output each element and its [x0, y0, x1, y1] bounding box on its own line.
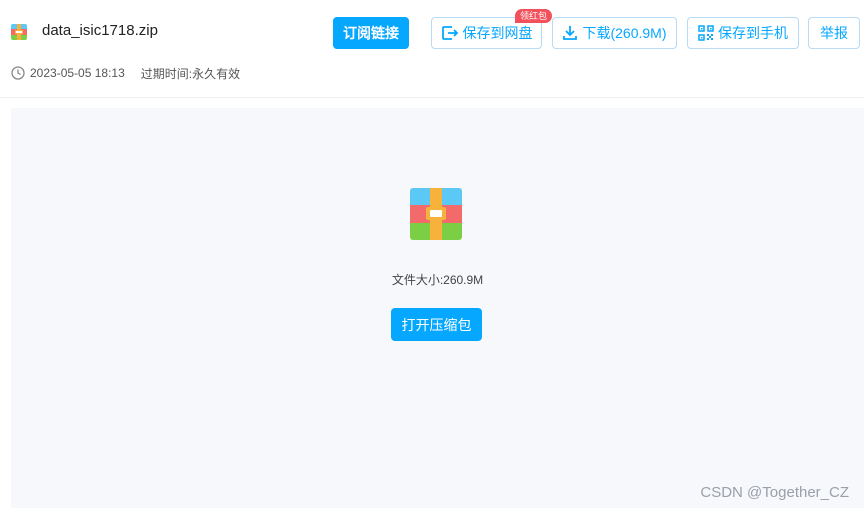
preview-panel: 文件大小:260.9M 打开压缩包 — [11, 108, 864, 508]
archive-icon — [410, 188, 462, 240]
expire-value: 永久有效 — [192, 66, 241, 81]
download-label: 下载(260.9M) — [582, 25, 667, 41]
clock-icon — [11, 66, 25, 80]
open-archive-label: 打开压缩包 — [401, 316, 472, 333]
file-header: data_isic1718.zip 订阅链接 保存到网盘 领红包 下载(260.… — [0, 0, 864, 98]
download-button[interactable]: 下载(260.9M) — [552, 17, 677, 49]
qrcode-icon — [698, 25, 714, 41]
download-icon — [563, 26, 578, 40]
expire-label: 过期时间: — [140, 66, 193, 81]
save-to-phone-label: 保存到手机 — [718, 25, 788, 41]
save-to-phone-button[interactable]: 保存到手机 — [687, 17, 799, 49]
upload-date: 2023-05-05 18:13 — [30, 66, 125, 80]
watermark: CSDN @Together_CZ — [700, 484, 849, 501]
report-button[interactable]: 举报 — [808, 17, 860, 49]
file-name: data_isic1718.zip — [42, 22, 158, 39]
subscribe-button-label: 订阅链接 — [343, 25, 399, 41]
red-packet-badge: 领红包 — [515, 9, 553, 23]
archive-icon — [11, 24, 27, 40]
save-disk-icon — [441, 26, 458, 40]
report-label: 举报 — [820, 25, 848, 41]
file-size: 文件大小:260.9M — [391, 273, 484, 287]
subscribe-button[interactable]: 订阅链接 — [333, 17, 409, 49]
open-archive-button[interactable]: 打开压缩包 — [391, 308, 482, 341]
file-meta: 2023-05-05 18:13 过期时间: 永久有效 — [11, 66, 241, 81]
save-to-disk-label: 保存到网盘 — [462, 25, 533, 41]
